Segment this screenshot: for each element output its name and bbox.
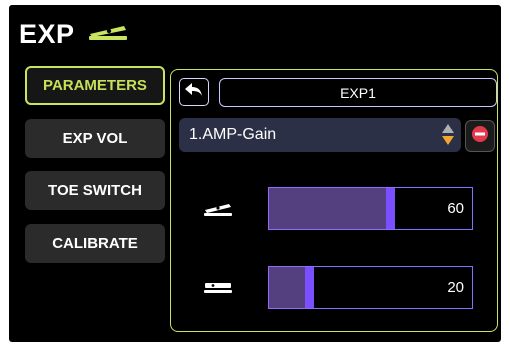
heel-slider-thumb[interactable] [305, 267, 314, 308]
nav-calibrate-button[interactable]: CALIBRATE [25, 224, 165, 263]
nav-exp-vol-label: EXP VOL [62, 130, 128, 147]
parameter-select[interactable]: 1.AMP-Gain [179, 118, 461, 152]
nav-toe-switch-button[interactable]: TOE SWITCH [25, 171, 165, 210]
nav-parameters-button[interactable]: PARAMETERS [25, 66, 165, 105]
remove-icon [471, 125, 489, 148]
nav-toe-switch-label: TOE SWITCH [48, 182, 142, 199]
nav-calibrate-label: CALIBRATE [52, 235, 138, 252]
screen: EXP PARAMETERS EXP VOL TOE SWITCH CALIBR… [9, 5, 501, 342]
nav-exp-vol-button[interactable]: EXP VOL [25, 119, 165, 158]
back-button[interactable] [179, 78, 209, 106]
pedal-heel-down-icon [204, 280, 232, 301]
back-arrow-icon [184, 82, 204, 103]
toe-slider-fill [269, 188, 391, 229]
toe-slider-value: 60 [447, 200, 464, 217]
expression-pedal-icon [88, 23, 128, 46]
heel-slider-value: 20 [447, 279, 464, 296]
parameter-select-value: 1.AMP-Gain [189, 126, 277, 143]
pedal-toe-down-icon [204, 201, 232, 222]
page-title: EXP [19, 19, 75, 49]
exp-name-field[interactable]: EXP1 [219, 78, 497, 107]
toe-position-slider[interactable]: 60 [268, 187, 473, 230]
parameters-panel: EXP1 1.AMP-Gain 60 20 [170, 69, 498, 332]
heel-position-slider[interactable]: 20 [268, 266, 473, 309]
remove-parameter-button[interactable] [465, 120, 495, 152]
toe-slider-thumb[interactable] [386, 188, 395, 229]
exp-name-value: EXP1 [340, 84, 376, 101]
up-down-arrows-icon [441, 123, 455, 152]
nav-parameters-label: PARAMETERS [43, 77, 147, 94]
heel-slider-fill [269, 267, 310, 308]
